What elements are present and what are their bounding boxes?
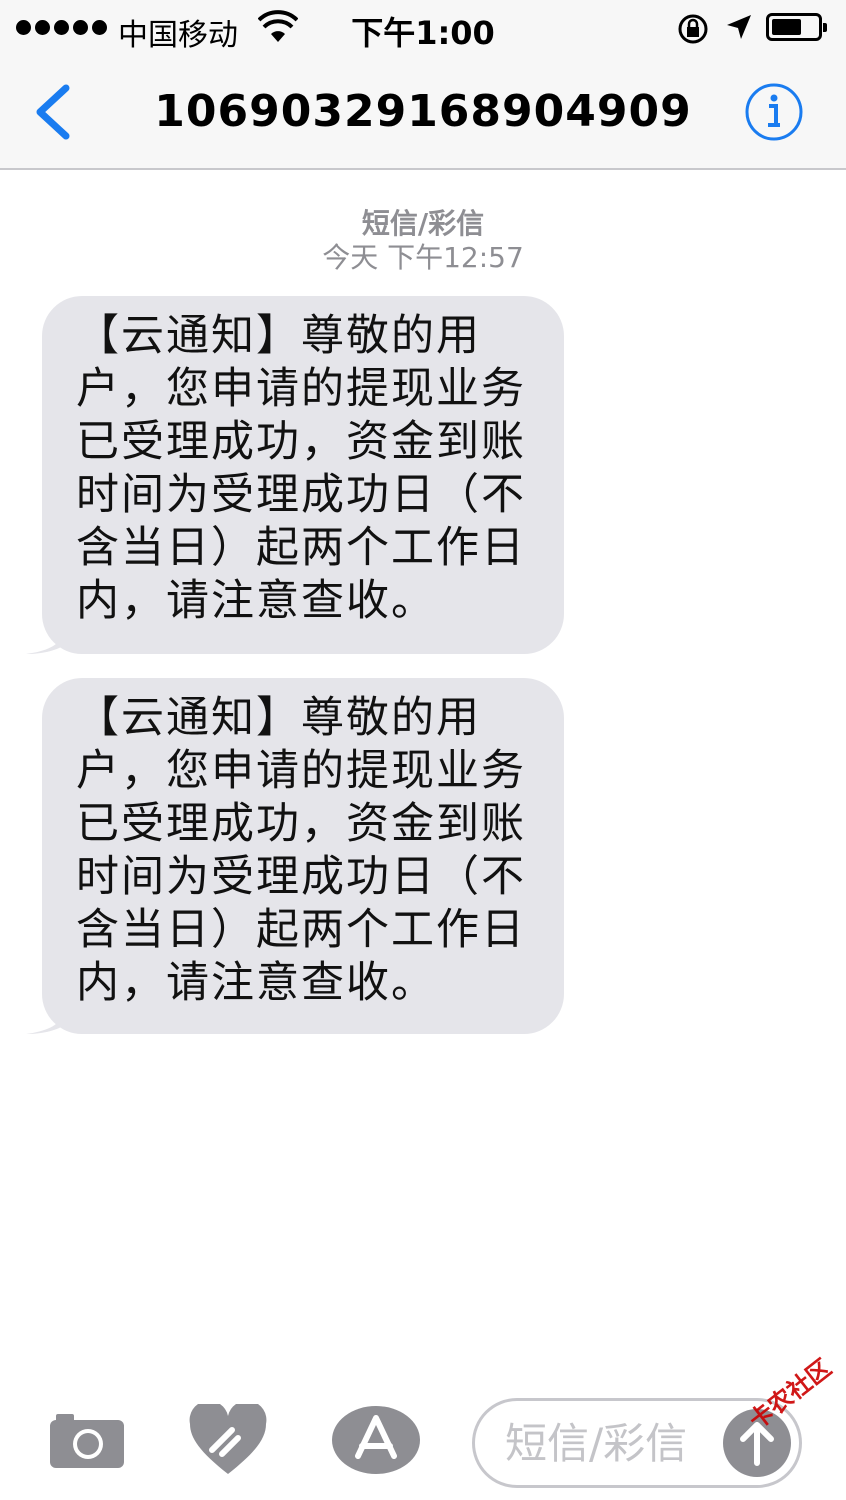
message-line: 已受理成功，资金到账 [76,417,526,467]
message-bubble[interactable]: 【云通知】尊敬的用 户，您申请的提现业务 已受理成功，资金到账 时间为受理成功日… [26,296,564,654]
compose-toolbar [0,1380,846,1500]
message-line: 含当日）起两个工作日 [76,905,526,955]
nav-bar: 10690329168904909 [0,56,846,170]
message-input[interactable] [505,1415,715,1471]
chevron-left-icon[interactable] [26,82,82,142]
signal-dots-icon [16,20,107,35]
message-line: 【云通知】尊敬的用 [76,693,481,743]
carrier-label: 中国移动 [118,18,238,53]
message-line: 已受理成功，资金到账 [76,799,526,849]
contact-title[interactable]: 10690329168904909 [150,86,696,137]
wifi-icon [258,10,298,42]
bubble-tail [26,1000,66,1034]
message-bubble[interactable]: 【云通知】尊敬的用 户，您申请的提现业务 已受理成功，资金到账 时间为受理成功日… [26,678,564,1034]
app-store-icon[interactable] [330,1404,422,1476]
message-line: 时间为受理成功日（不 [76,470,526,520]
message-line: 户，您申请的提现业务 [76,364,526,414]
message-line: 含当日）起两个工作日 [76,523,526,573]
message-line: 内，请注意查收。 [76,576,436,626]
message-line: 时间为受理成功日（不 [76,852,526,902]
camera-icon[interactable] [48,1410,126,1470]
bubble-tail [26,620,66,654]
message-line: 【云通知】尊敬的用 [76,311,481,361]
digital-touch-icon[interactable] [188,1404,268,1476]
status-bar: 中国移动 下午1:00 [0,0,846,56]
info-icon[interactable] [744,82,804,142]
orientation-lock-icon [678,14,708,44]
message-timestamp: 今天 下午12:57 [322,241,524,274]
battery-icon [766,13,827,41]
location-arrow-icon [727,15,751,39]
message-line: 户，您申请的提现业务 [76,746,526,796]
message-line: 内，请注意查收。 [76,958,436,1008]
